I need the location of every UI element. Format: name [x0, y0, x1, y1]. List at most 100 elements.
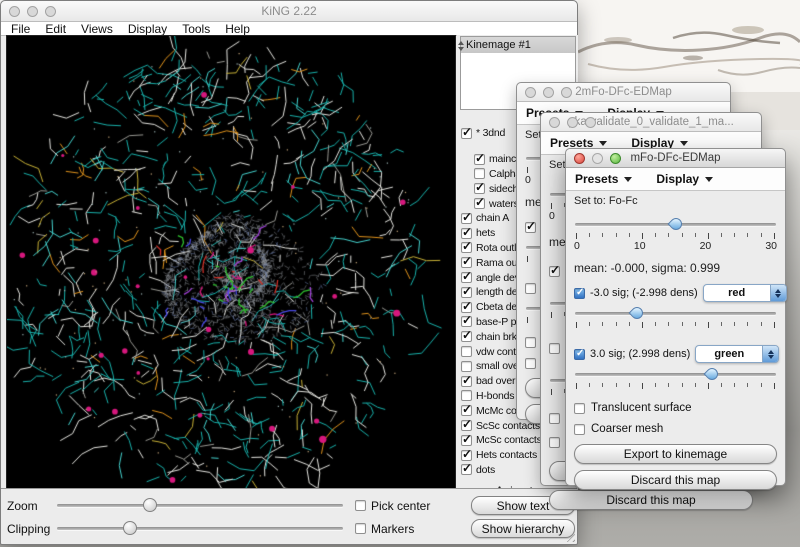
titlebar[interactable]: KiNG 2.22	[1, 1, 577, 22]
color-dropdown[interactable]: red	[703, 284, 787, 302]
window-title: KiNG 2.22	[1, 4, 577, 18]
color-dropdown-value: red	[704, 287, 770, 299]
show-hierarchy-button[interactable]: Show hierarchy	[471, 519, 575, 538]
clipping-slider[interactable]	[57, 521, 349, 536]
close-button[interactable]	[525, 87, 536, 98]
close-button[interactable]	[9, 6, 20, 17]
export-to-kinemage-button[interactable]: Export to kinemage	[574, 444, 777, 464]
contour-checkbox[interactable]	[549, 343, 560, 354]
pick-center-option[interactable]: Pick center	[355, 499, 465, 513]
contour-label: 3.0 sig; (2.998 dens)	[590, 348, 690, 360]
display-label: Display	[656, 172, 699, 186]
contour-row-high: 3.0 sig; (2.998 dens) green	[574, 345, 777, 363]
menu-display[interactable]: Display	[128, 22, 167, 36]
coarser-checkbox[interactable]	[549, 437, 560, 448]
slider-thumb[interactable]	[703, 366, 720, 383]
coarser-label: Coarser mesh	[591, 423, 663, 435]
group-checkbox[interactable]	[461, 287, 472, 298]
clipping-slider-thumb[interactable]	[123, 521, 137, 535]
group-checkbox[interactable]	[461, 450, 472, 461]
zoom-slider[interactable]	[57, 498, 349, 513]
group-checkbox[interactable]	[461, 257, 472, 268]
chevron-down-icon	[624, 177, 632, 182]
coarser-checkbox[interactable]	[525, 358, 536, 369]
group-checkbox[interactable]	[474, 183, 485, 194]
translucent-checkbox[interactable]	[574, 403, 585, 414]
slider-tick-labels: 0102030	[574, 240, 777, 252]
menu-edit[interactable]: Edit	[45, 22, 66, 36]
group-checkbox[interactable]	[461, 272, 472, 283]
group-label: waters	[489, 198, 519, 210]
menu-views[interactable]: Views	[81, 22, 113, 36]
slider-thumb[interactable]	[667, 216, 684, 233]
zoom-button[interactable]	[610, 153, 621, 164]
group-checkbox[interactable]	[461, 242, 472, 253]
titlebar[interactable]: mFo-DFc-EDMap	[566, 149, 785, 168]
chevron-down-icon	[705, 177, 713, 182]
stepper-arrows-icon	[762, 346, 778, 362]
group-checkbox[interactable]	[461, 361, 472, 372]
kinemage-list-item-selected[interactable]: Kinemage #1	[461, 37, 575, 53]
zoom-button[interactable]	[585, 117, 596, 128]
group-checkbox[interactable]	[461, 435, 472, 446]
coarser-checkbox[interactable]	[574, 424, 585, 435]
contour-level-slider[interactable]	[575, 367, 776, 381]
zoom-slider-thumb[interactable]	[143, 498, 157, 512]
contour-checkbox[interactable]	[525, 222, 536, 233]
map-radius-slider[interactable]	[575, 217, 776, 231]
translucent-checkbox[interactable]	[525, 337, 536, 348]
group-checkbox[interactable]	[461, 128, 472, 139]
group-checkbox[interactable]	[461, 302, 472, 313]
minimize-button[interactable]	[567, 117, 578, 128]
discard-this-map-button[interactable]: Discard this map	[574, 470, 777, 490]
translucent-surface-option[interactable]: Translucent surface	[574, 402, 777, 414]
group-label: H-bonds	[476, 390, 514, 402]
contour-checkbox[interactable]	[574, 349, 585, 360]
minimize-button[interactable]	[543, 87, 554, 98]
zoom-button[interactable]	[561, 87, 572, 98]
group-checkbox[interactable]	[461, 346, 472, 357]
markers-option[interactable]: Markers	[355, 522, 465, 536]
minimize-button[interactable]	[592, 153, 603, 164]
group-checkbox[interactable]	[474, 168, 485, 179]
group-checkbox[interactable]	[461, 420, 472, 431]
color-dropdown[interactable]: green	[695, 345, 779, 363]
titlebar[interactable]: 2mFo-DFc-EDMap	[517, 83, 730, 102]
discard-this-map-button[interactable]: Discard this map	[549, 490, 753, 510]
menu-tools[interactable]: Tools	[182, 22, 210, 36]
group-checkbox[interactable]	[461, 213, 472, 224]
contour-row-low: -3.0 sig; (-2.998 dens) red	[574, 284, 777, 302]
group-checkbox[interactable]	[461, 316, 472, 327]
group-checkbox[interactable]	[474, 198, 485, 209]
clipping-label: Clipping	[7, 522, 51, 536]
group-checkbox[interactable]	[461, 390, 472, 401]
contour-checkbox[interactable]	[525, 283, 536, 294]
group-checkbox[interactable]	[461, 331, 472, 342]
markers-checkbox[interactable]	[355, 523, 366, 534]
pick-center-checkbox[interactable]	[355, 500, 366, 511]
titlebar[interactable]: pka-validate_0_validate_1_ma...	[541, 113, 761, 132]
close-button[interactable]	[549, 117, 560, 128]
group-checkbox[interactable]	[461, 228, 472, 239]
display-menu[interactable]: Display	[656, 172, 713, 186]
contour-checkbox[interactable]	[549, 266, 560, 277]
group-checkbox[interactable]	[461, 464, 472, 475]
group-checkbox[interactable]	[474, 154, 485, 165]
close-button[interactable]	[574, 153, 585, 164]
molecule-canvas[interactable]	[7, 36, 455, 489]
list-scroll-arrows-icon[interactable]	[458, 41, 464, 51]
menu-help[interactable]: Help	[225, 22, 250, 36]
contour-checkbox[interactable]	[574, 288, 585, 299]
minimize-button[interactable]	[27, 6, 38, 17]
group-checkbox[interactable]	[461, 376, 472, 387]
slider-thumb[interactable]	[629, 305, 646, 322]
slider-ticks	[576, 233, 775, 239]
contour-level-slider[interactable]	[575, 306, 776, 320]
translucent-checkbox[interactable]	[549, 413, 560, 424]
menu-file[interactable]: File	[11, 22, 30, 36]
coarser-mesh-option[interactable]: Coarser mesh	[574, 423, 777, 435]
presets-menu[interactable]: Presets	[575, 172, 632, 186]
zoom-button[interactable]	[45, 6, 56, 17]
molecule-viewport[interactable]	[6, 35, 456, 490]
group-checkbox[interactable]	[461, 405, 472, 416]
